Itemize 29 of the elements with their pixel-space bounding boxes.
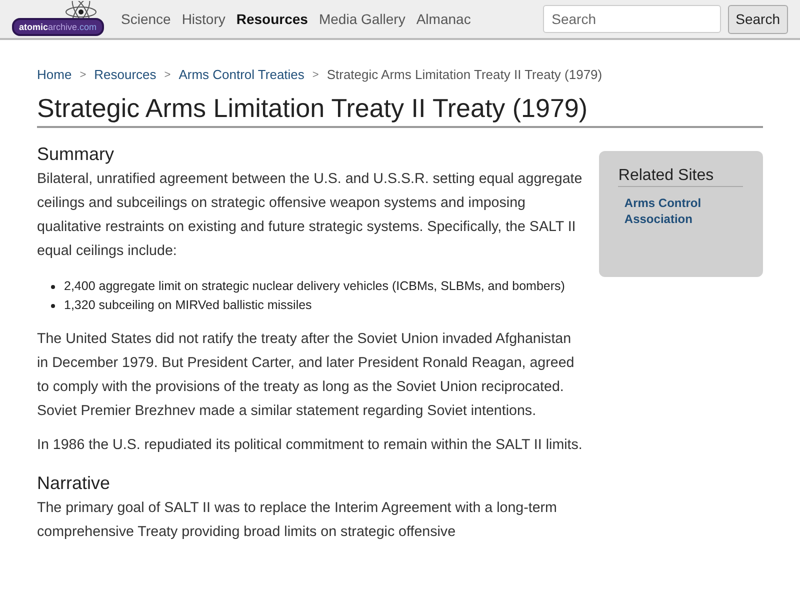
paragraph: Bilateral, unratified agreement between the U.S. and U.S.S.R. setting equal aggregate ceilings and subceilings on strategic offensive weapon systems and imposing qualitative restraints on existing and future strategic systems. Specifically, the SALT II equal ceilings include:	[37, 170, 584, 261]
paragraph: The United States did not ratify the treaty after the Soviet Union invaded Afghanistan in December 1979. But President Carter, and later President Ronald Reagan, agreed to comply with the provisions of the treaty as long as the Soviet Union reciprocated. Soviet Premier Brezhnev made a similar statement regarding Soviet intentions.	[37, 330, 576, 421]
page-title: Strategic Arms Limitation Treaty II Treaty (1979)	[37, 93, 763, 128]
paragraph: The primary goal of SALT II was to replace the Interim Agreement with a long-term comprehensive Treaty providing broad limits on strategic offensive	[37, 499, 558, 542]
paragraph: In 1986 the U.S. repudiated its political commitment to remain within the SALT II limits.	[37, 436, 584, 455]
panel-title: Related Sites	[618, 167, 744, 187]
breadcrumb-separator: >	[312, 68, 319, 80]
list-item: 2,400 aggregate limit on strategic nuclear delivery vehicles (ICBMs, SLBMs, and bombers)	[64, 278, 565, 295]
logo-text: atomicarchive.com	[12, 18, 104, 36]
bullet-icon	[51, 284, 55, 288]
section-heading: Narrative	[37, 473, 112, 494]
nav-link[interactable]: Almanac	[416, 11, 471, 27]
section-heading: Summary	[37, 144, 116, 165]
breadcrumb-current: Strategic Arms Limitation Treaty II Treaty (1979)	[326, 67, 602, 82]
nav-link[interactable]: Science	[121, 11, 171, 27]
nav-link[interactable]: Media Gallery	[318, 11, 406, 27]
list-item: 1,320 subceiling on MIRVed ballistic missiles	[64, 297, 312, 314]
bullet-icon	[51, 304, 55, 308]
breadcrumb-link[interactable]: Home	[37, 67, 72, 82]
search-field[interactable]: Search	[542, 5, 721, 33]
breadcrumb-link[interactable]: Resources	[94, 67, 156, 82]
breadcrumb-separator: >	[164, 68, 171, 80]
related-link[interactable]: Arms Control Association	[624, 195, 714, 227]
search-button[interactable]: Search	[728, 4, 788, 34]
breadcrumb-link[interactable]: Arms Control Treaties	[178, 67, 304, 82]
nav-link[interactable]: History	[182, 11, 226, 27]
site-logo[interactable]: atomicarchive.com	[12, 1, 104, 37]
breadcrumb-separator: >	[80, 68, 86, 80]
nav-link[interactable]: Resources	[236, 11, 308, 27]
